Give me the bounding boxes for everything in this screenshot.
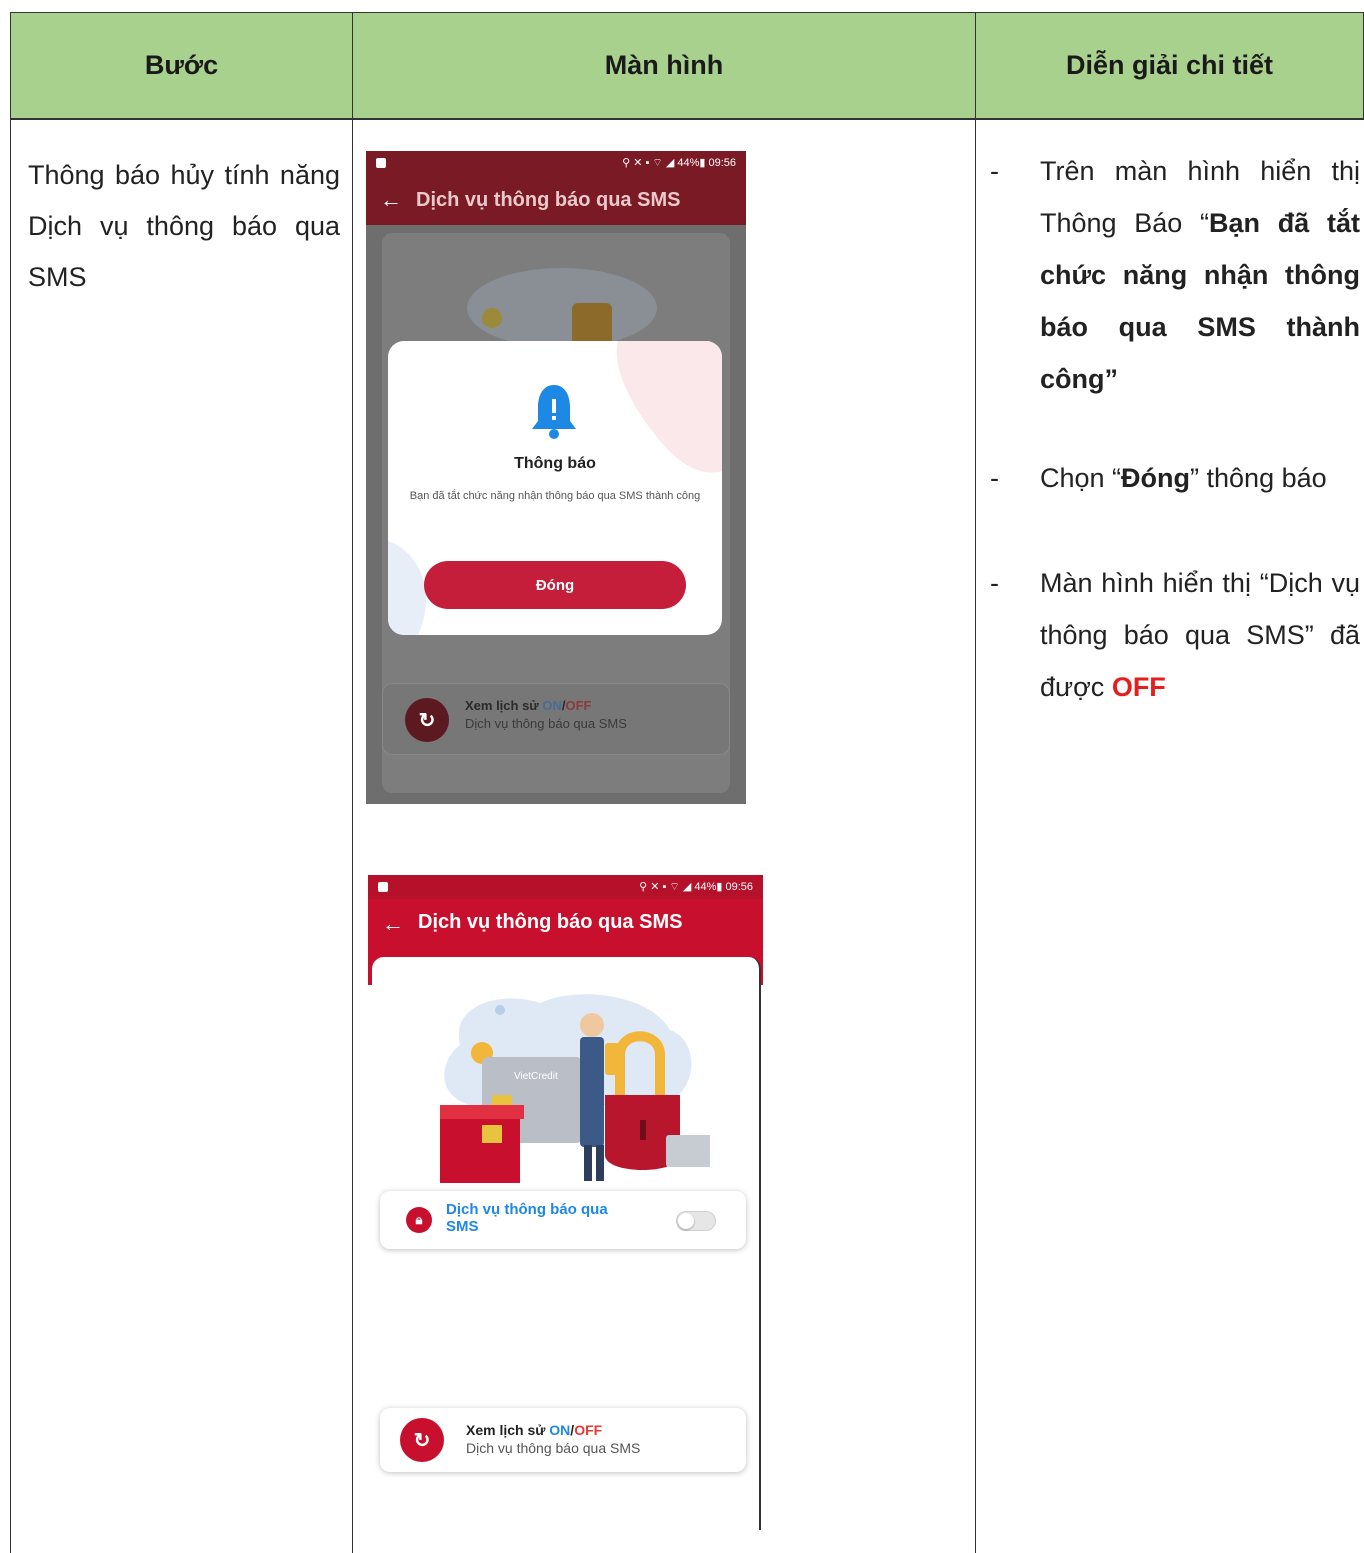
table-border-left <box>10 12 11 1553</box>
header-screen: Màn hình <box>604 50 724 80</box>
dialog-title: Thông báo <box>514 455 596 472</box>
detail-bold: Đóng <box>1121 463 1191 493</box>
off-status-text: OFF <box>1111 672 1166 702</box>
header-bottom-border <box>10 119 1364 120</box>
phone-screenshot-2: ⚲ ✕ ▪ ⌔ ◢ 44%▮ 09:56 ← Dịch vụ thông báo… <box>368 875 763 1530</box>
back-arrow-icon[interactable]: ← <box>366 187 416 213</box>
toggle-knob <box>678 1213 694 1229</box>
detail-text: Màn hình hiển thị “Dịch vụ thông báo qua… <box>1040 568 1360 702</box>
app-bar-title: Dịch vụ thông báo qua SMS <box>416 188 681 211</box>
phone-screenshot-1: ⚲ ✕ ▪ ⌔ ◢ 44%▮ 09:56 ← Dịch vụ thông báo… <box>366 151 746 804</box>
sms-toggle-label: Dịch vụ thông báo qua SMS <box>446 1201 608 1235</box>
history-off: OFF <box>565 698 592 713</box>
security-illustration: VietCredit <box>440 994 710 1183</box>
table-border-top <box>10 12 1364 13</box>
history-subtitle: Dịch vụ thông báo qua SMS <box>466 1440 641 1456</box>
close-button[interactable]: Đóng <box>424 561 686 609</box>
card-brand-text: VietCredit <box>514 1071 558 1082</box>
back-arrow-icon[interactable]: ← <box>368 911 418 937</box>
sms-toggle-switch[interactable] <box>676 1211 716 1231</box>
bullet-dash: - <box>990 463 999 493</box>
notification-icon <box>376 158 386 168</box>
history-card-dimmed: ↻ Xem lịch sử ON/OFF Dịch vụ thông báo q… <box>382 683 730 755</box>
app-bar: ← Dịch vụ thông báo qua SMS <box>366 175 746 225</box>
bell-icon <box>532 385 576 439</box>
history-on: ON <box>549 1422 571 1438</box>
detail-item: - Trên màn hình hiển thị Thông Báo “Bạn … <box>990 145 1360 405</box>
history-icon: ↻ <box>400 1418 444 1462</box>
history-subtitle: Dịch vụ thông báo qua SMS <box>465 716 627 731</box>
history-icon: ↻ <box>405 698 449 742</box>
detail-item: - Chọn “Đóng” thông báo <box>990 452 1360 504</box>
step-text: Thông báo hủy tính năng Dịch vụ thông bá… <box>28 160 340 292</box>
detail-text: ” thông báo <box>1190 463 1327 493</box>
notification-dialog: Thông báo Bạn đã tắt chức năng nhận thôn… <box>388 341 722 635</box>
status-bar: ⚲ ✕ ▪ ⌔ ◢ 44%▮ 09:56 <box>366 151 746 175</box>
illustration-dimmed <box>467 268 657 353</box>
app-bar-title: Dịch vụ thông báo qua SMS <box>418 911 683 933</box>
bullet-dash: - <box>990 156 999 186</box>
status-icons: ⚲ ✕ ▪ ⌔ ◢ 44%▮ 09:56 <box>639 881 753 893</box>
dialog-message: Bạn đã tắt chức năng nhận thông báo qua … <box>409 490 701 502</box>
status-bar: ⚲ ✕ ▪ ⌔ ◢ 44%▮ 09:56 <box>368 875 763 899</box>
header-description: Diễn giải chi tiết <box>1065 50 1274 80</box>
detail-text: Chọn “ <box>1040 463 1122 493</box>
sms-toggle-card: 🔒︎ Dịch vụ thông báo qua SMS <box>380 1191 746 1249</box>
detail-item: - Màn hình hiển thị “Dịch vụ thông báo q… <box>990 557 1360 713</box>
status-icons: ⚲ ✕ ▪ ⌔ ◢ 44%▮ 09:56 <box>622 157 736 169</box>
bullet-dash: - <box>990 568 999 598</box>
history-off: OFF <box>574 1422 603 1438</box>
header-step: Bước <box>144 50 219 80</box>
lock-icon: 🔒︎ <box>406 1207 432 1233</box>
history-label: Xem lịch sử <box>466 1422 550 1438</box>
history-label: Xem lịch sử <box>465 698 543 713</box>
history-card[interactable]: ↻ Xem lịch sử ON/OFF Dịch vụ thông báo q… <box>380 1408 746 1472</box>
notification-icon <box>378 882 388 892</box>
table-divider-1 <box>352 12 353 1553</box>
table-divider-2 <box>975 12 976 1553</box>
history-on: ON <box>542 698 562 713</box>
